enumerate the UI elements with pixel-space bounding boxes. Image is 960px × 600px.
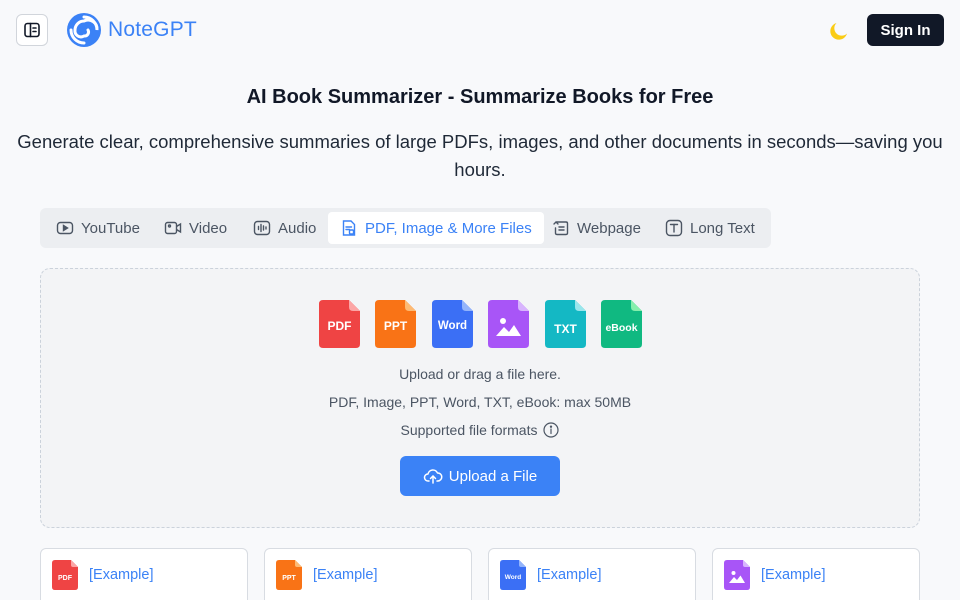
audio-icon <box>253 220 271 236</box>
tab-label: PDF, Image & More Files <box>365 219 532 237</box>
file-type-label: Word <box>438 320 467 332</box>
webpage-icon <box>553 221 569 236</box>
source-tabs: YouTube Video Audio PDF, Image & More Fi… <box>40 208 771 248</box>
file-type-label: TXT <box>554 322 577 336</box>
file-type-label: PPT <box>282 575 296 582</box>
tab-label: Video <box>189 219 228 237</box>
file-type-label: Word <box>505 574 522 581</box>
file-type-label: eBook <box>605 322 637 334</box>
example-link[interactable]: [Example] <box>89 567 153 583</box>
upload-button-label: Upload a File <box>448 467 538 485</box>
file-type-label: PPT <box>384 319 408 333</box>
file-type-label: PDF <box>328 319 352 333</box>
ebook-file-icon: eBook <box>601 300 642 348</box>
notegpt-logo-icon <box>67 13 101 47</box>
example-link[interactable]: [Example] <box>537 567 601 583</box>
word-file-icon: Word <box>432 300 473 348</box>
file-type-icons: PDF PPT Word TXT eBook <box>319 300 643 348</box>
image-file-icon <box>488 300 529 348</box>
page-subtitle: Generate clear, comprehensive summaries … <box>17 131 943 180</box>
ppt-file-icon: PPT <box>375 300 416 348</box>
image-file-icon <box>724 560 750 590</box>
tab-pdf-image-files[interactable]: PDF, Image & More Files <box>328 212 544 244</box>
txt-file-icon: TXT <box>545 300 586 348</box>
example-link[interactable]: [Example] <box>761 567 825 583</box>
supported-formats-label: Supported file formats <box>400 422 538 438</box>
brand-name: NoteGPT <box>108 18 197 41</box>
file-icon <box>342 220 356 236</box>
word-file-icon: Word <box>500 560 526 590</box>
pdf-file-icon: PDF <box>319 300 360 348</box>
example-card-image[interactable]: [Example] <box>712 548 920 600</box>
example-link[interactable]: [Example] <box>313 567 377 583</box>
example-card-pdf[interactable]: PDF [Example] <box>40 548 248 600</box>
tab-label: YouTube <box>81 219 140 237</box>
tab-label: Long Text <box>690 219 755 237</box>
sidebar-toggle-icon <box>24 22 40 38</box>
tab-webpage[interactable]: Webpage <box>540 212 653 244</box>
text-icon <box>665 219 683 237</box>
tab-long-text[interactable]: Long Text <box>653 212 767 244</box>
upload-limits: PDF, Image, PPT, Word, TXT, eBook: max 5… <box>328 394 632 410</box>
pdf-file-icon: PDF <box>52 560 78 590</box>
ppt-file-icon: PPT <box>276 560 302 590</box>
video-icon <box>164 221 182 235</box>
tab-label: Webpage <box>577 219 641 237</box>
file-type-label: PDF <box>58 575 73 582</box>
example-card-word[interactable]: Word [Example] <box>488 548 696 600</box>
top-bar: NoteGPT Sign In <box>0 0 960 60</box>
tab-audio[interactable]: Audio <box>241 212 328 244</box>
page-title: AI Book Summarizer - Summarize Books for… <box>246 86 714 108</box>
info-icon[interactable] <box>543 422 560 438</box>
sidebar-toggle-button[interactable] <box>16 14 48 46</box>
tab-youtube[interactable]: YouTube <box>44 212 152 244</box>
example-card-ppt[interactable]: PPT [Example] <box>264 548 472 600</box>
supported-formats: Supported file formats <box>41 422 919 438</box>
tab-video[interactable]: Video <box>152 212 239 244</box>
sign-in-button[interactable]: Sign In <box>867 14 944 46</box>
cloud-upload-icon <box>423 469 443 484</box>
upload-instruction: Upload or drag a file here. <box>399 366 561 382</box>
brand-logo[interactable]: NoteGPT <box>66 12 197 48</box>
upload-dropzone[interactable]: PDF PPT Word TXT eBook Upload or drag a … <box>40 268 920 528</box>
moon-icon[interactable] <box>827 19 851 43</box>
tab-label: Audio <box>278 219 317 237</box>
upload-file-button[interactable]: Upload a File <box>400 456 560 496</box>
youtube-icon <box>56 221 74 235</box>
